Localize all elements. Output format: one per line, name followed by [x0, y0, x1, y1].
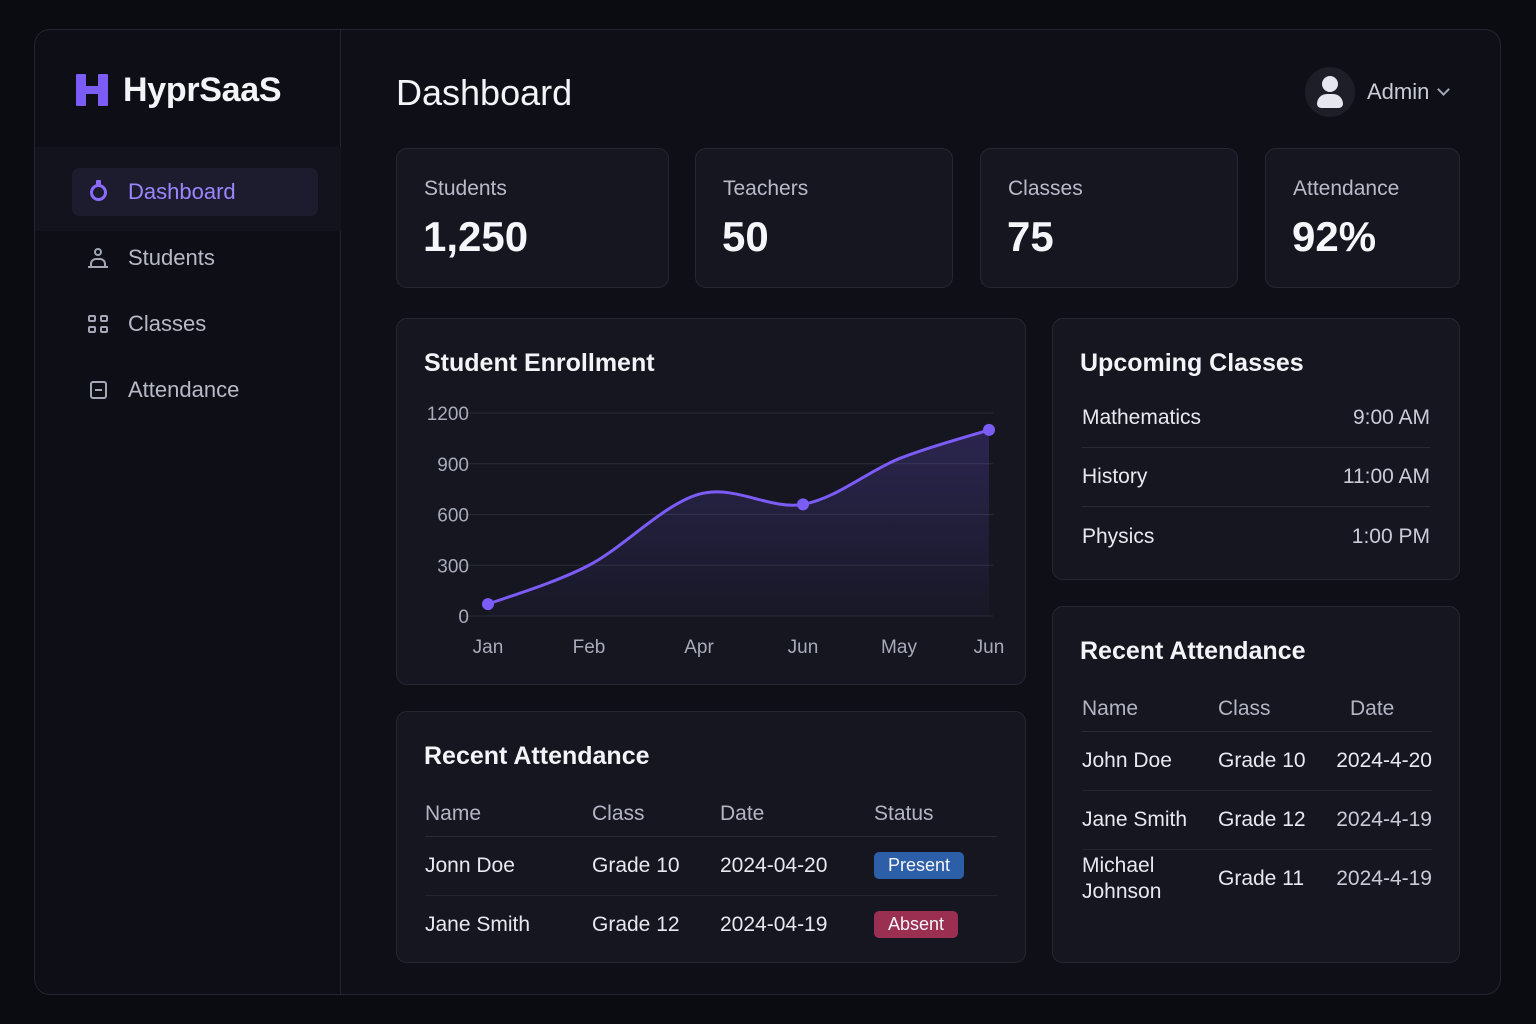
- avatar[interactable]: [1305, 67, 1355, 117]
- sidebar-item-attendance[interactable]: Attendance: [72, 366, 318, 414]
- sidebar-item-dashboard[interactable]: Dashboard: [72, 168, 318, 216]
- data-point: [797, 498, 809, 511]
- card-title: Recent Attendance: [424, 742, 650, 770]
- cell-name: Jonn Doe: [425, 836, 592, 896]
- column-header[interactable]: Date: [720, 792, 874, 837]
- brand[interactable]: HyprSaaS: [75, 68, 282, 112]
- data-point: [482, 598, 494, 611]
- stat-value: 1,250: [423, 213, 529, 260]
- table-row[interactable]: Jane Smith Grade 12 2024-4-19: [1082, 790, 1432, 850]
- class-subject: Physics: [1082, 524, 1155, 548]
- sidebar-item-label: Dashboard: [128, 179, 236, 204]
- cell-date: 2024-4-19: [1336, 866, 1432, 890]
- class-time: 9:00 AM: [1352, 406, 1430, 429]
- table-row[interactable]: Jane Smith Grade 12 2024-04-19 Absent: [425, 895, 997, 954]
- user-name: Admin: [1367, 79, 1430, 104]
- column-header[interactable]: Date: [1330, 687, 1432, 732]
- upcoming-classes-card: Upcoming Classes Mathematics 9:00 AM His…: [1052, 318, 1460, 580]
- series-area: [488, 429, 989, 616]
- x-tick-label: Jun: [788, 637, 819, 658]
- sidebar-nav: Dashboard Students Classes Attendance: [72, 168, 318, 432]
- dashboard-icon: [86, 179, 110, 204]
- sidebar-item-label: Attendance: [128, 377, 240, 402]
- cell-date: 2024-04-19: [720, 912, 828, 936]
- chevron-down-icon[interactable]: [1437, 83, 1451, 96]
- cell-class: Grade 10: [592, 836, 720, 896]
- table-row[interactable]: Michael Johnson Grade 11 2024-4-19: [1082, 849, 1432, 908]
- cell-name: Michael Johnson: [1082, 853, 1162, 903]
- y-tick-label: 300: [437, 556, 469, 577]
- enrollment-chart-card: Student Enrollment 1200 900 600 300 0 Jan Feb A…: [396, 318, 1026, 685]
- data-point: [983, 423, 995, 436]
- user-icon: [86, 246, 110, 270]
- column-header[interactable]: Class: [1218, 687, 1330, 732]
- y-tick-label: 1200: [427, 404, 469, 425]
- status-badge: Absent: [874, 911, 959, 939]
- column-header[interactable]: Name: [1082, 687, 1218, 732]
- attendance-side-table: Name Class Date John Doe Grade 10 2024-4…: [1082, 687, 1432, 908]
- recent-attendance-card: Recent Attendance Name Class Date Status…: [396, 711, 1026, 963]
- sidebar-item-label: Classes: [128, 311, 207, 336]
- y-tick-label: 600: [437, 506, 469, 527]
- cell-class: Grade 12: [592, 912, 680, 936]
- cell-date: 2024-4-19: [1330, 790, 1432, 850]
- cell-date: 2024-4-20: [1330, 731, 1432, 791]
- stat-label: Students: [424, 177, 507, 200]
- table-row[interactable]: John Doe Grade 10 2024-4-20: [1082, 731, 1432, 791]
- column-header[interactable]: Name: [425, 792, 592, 837]
- x-tick-label: May: [881, 637, 917, 658]
- page-title: Dashboard: [396, 72, 573, 113]
- stat-value: 75: [1007, 213, 1054, 260]
- stat-card-attendance: Attendance 92%: [1265, 148, 1460, 288]
- list-item[interactable]: Physics 1:00 PM: [1082, 507, 1430, 566]
- sidebar: HyprSaaS Dashboard Students Classes Atte…: [35, 30, 341, 994]
- class-subject: Mathematics: [1082, 406, 1202, 429]
- stat-card-students: Students 1,250: [396, 148, 669, 288]
- class-time: 1:00 PM: [1351, 524, 1430, 548]
- attendance-table: Name Class Date Status Jonn Doe Grade 10…: [425, 792, 997, 954]
- document-icon: [86, 378, 110, 402]
- x-tick-label: Jun: [974, 637, 1005, 658]
- cell-name: John Doe: [1082, 731, 1218, 791]
- stat-value: 50: [722, 213, 769, 260]
- card-title: Upcoming Classes: [1080, 349, 1304, 377]
- class-time: 11:00 AM: [1342, 465, 1430, 488]
- list-item[interactable]: Mathematics 9:00 AM: [1082, 389, 1430, 448]
- cell-class: Grade 10: [1218, 731, 1330, 791]
- sidebar-item-classes[interactable]: Classes: [72, 300, 318, 348]
- card-title: Recent Attendance: [1080, 637, 1306, 665]
- y-tick-label: 0: [458, 607, 469, 628]
- recent-attendance-side-card: Recent Attendance Name Class Date John D…: [1052, 606, 1460, 963]
- brand-name: HyprSaaS: [123, 70, 282, 109]
- list-item[interactable]: History 11:00 AM: [1082, 448, 1430, 507]
- app-window: HyprSaaS Dashboard Students Classes Atte…: [34, 29, 1501, 995]
- sidebar-item-label: Students: [128, 245, 215, 270]
- stat-label: Attendance: [1293, 177, 1400, 200]
- stat-label: Teachers: [723, 177, 809, 200]
- cell-class: Grade 11: [1218, 866, 1304, 890]
- grid-icon: [86, 312, 110, 336]
- cell-date: 2024-04-20: [720, 836, 874, 896]
- cell-name: Jane Smith: [425, 912, 531, 936]
- stat-card-classes: Classes 75: [980, 148, 1238, 288]
- x-tick-label: Feb: [573, 637, 606, 658]
- table-row[interactable]: Jonn Doe Grade 10 2024-04-20 Present: [425, 836, 997, 896]
- stat-card-teachers: Teachers 50: [695, 148, 953, 288]
- sidebar-item-students[interactable]: Students: [72, 234, 318, 282]
- cell-class: Grade 12: [1218, 790, 1330, 850]
- status-badge: Present: [874, 852, 965, 879]
- stat-value: 92%: [1292, 213, 1377, 260]
- enrollment-chart: 1200 900 600 300 0Jan Feb Apr Jun May Jun: [427, 404, 1005, 658]
- column-header[interactable]: Status: [874, 792, 997, 837]
- class-subject: History: [1082, 465, 1148, 488]
- y-tick-label: 900: [437, 455, 469, 476]
- cell-name: Jane Smith: [1082, 790, 1218, 850]
- x-tick-label: Apr: [684, 637, 714, 658]
- user-menu[interactable]: Admin: [1305, 66, 1451, 118]
- stat-label: Classes: [1008, 177, 1083, 200]
- x-tick-label: Jan: [473, 637, 504, 658]
- brand-logo-icon: [75, 73, 109, 107]
- column-header[interactable]: Class: [592, 792, 720, 837]
